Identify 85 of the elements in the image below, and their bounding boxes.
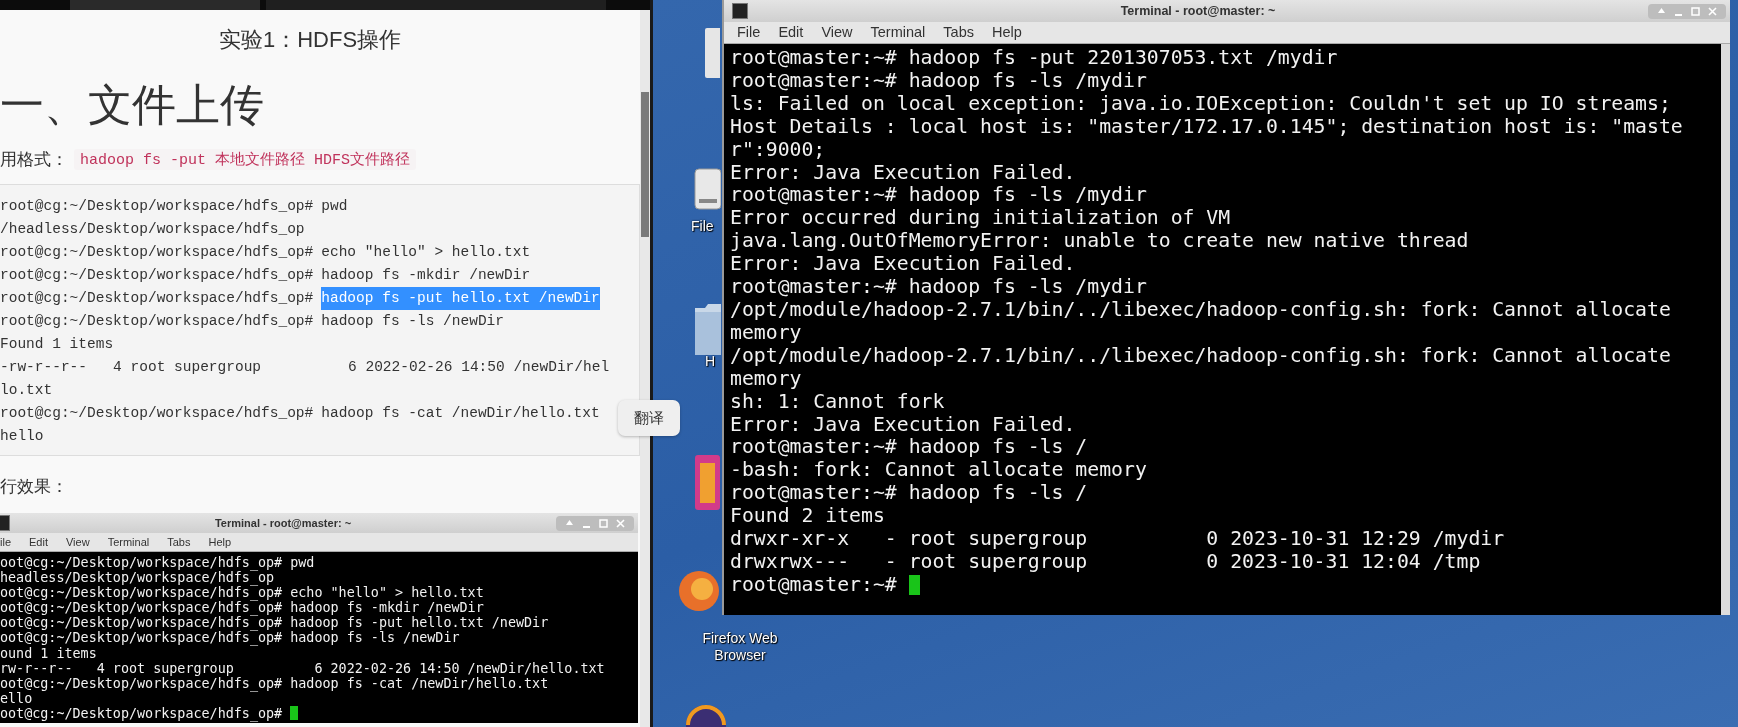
window-title: Terminal - root@master: ~ (1119, 4, 1277, 18)
terminal-line: Found 2 items (730, 505, 885, 529)
terminal-line: Error occurred during initialization of VM (730, 207, 1231, 231)
terminal-line: Error: Java Execution Failed. (730, 253, 1076, 277)
output-line: -rw-r--r-- 4 root supergroup 6 2022-02-26 14:50 /newDir/hel (0, 358, 610, 377)
terminal-line: ello (0, 690, 33, 706)
window-title: Terminal - root@master: ~ (213, 517, 353, 529)
terminal-line: memory (730, 367, 802, 391)
scrollbar-thumb[interactable] (641, 92, 649, 237)
menu-item[interactable]: Tabs (158, 533, 200, 551)
terminal-line: oot@cg:~/Desktop/workspace/hdfs_op# hadoop fs -mkdir /newDir (0, 600, 484, 616)
document-icon[interactable] (705, 28, 720, 78)
result-label: 行效果： (0, 476, 69, 498)
terminal-line: root@master:~# (730, 573, 897, 597)
terminal-line: oot@cg:~/Desktop/workspace/hdfs_op# hadoop fs -ls /newDir (0, 630, 460, 646)
terminal-line: oot@cg:~/Desktop/workspace/hdfs_op# pwd (0, 555, 315, 571)
terminal-line: root@master:~# hadoop fs -ls / (730, 482, 1088, 506)
maximize-icon[interactable] (1690, 5, 1701, 17)
page-title: 实验1：HDFS操作 (217, 26, 403, 54)
command-text: hadoop fs -cat /newDir/hello.txt (321, 404, 600, 423)
globe-icon[interactable] (686, 705, 726, 727)
terminal-line: root@master:~# hadoop fs -put 2201307053.txt /mydir (730, 47, 1338, 70)
command-text: echo "hello" > hello.txt (321, 243, 531, 262)
terminal-line: Error: Java Execution Failed. (730, 161, 1076, 185)
terminal-line: sh: 1: Cannot fork (730, 390, 945, 414)
shell-prompt: root@cg:~/Desktop/workspace/hdfs_op# (0, 289, 314, 308)
terminal-line: headless/Desktop/workspace/hdfs_op (0, 570, 275, 586)
usage-label: 用格式： (0, 148, 68, 171)
terminal-line: Error: Java Execution Failed. (730, 413, 1076, 437)
command-text: pwd (321, 197, 348, 216)
menu-item[interactable]: ile (0, 533, 20, 551)
shell-prompt: root@cg:~/Desktop/workspace/hdfs_op# (0, 197, 314, 216)
terminal-line: oot@cg:~/Desktop/workspace/hdfs_op# hadoop fs -put hello.txt /newDir (0, 615, 549, 631)
output-line: hello (0, 427, 44, 446)
terminal-line: /opt/module/hadoop-2.7.1/bin/../libexec/hadoop-config.sh: fork: Cannot allocate (730, 298, 1671, 322)
terminal-line: oot@cg:~/Desktop/workspace/hdfs_op# echo "hello" > hello.txt (0, 585, 484, 601)
terminal-line: memory (730, 321, 802, 345)
shell-prompt: root@cg:~/Desktop/workspace/hdfs_op# (0, 243, 314, 262)
terminal-line: ls: Failed on local exception: java.io.IOException: Couldn't set up IO streams; (730, 92, 1671, 116)
terminal-line: root@master:~# hadoop fs -ls / (730, 436, 1088, 460)
menu-item[interactable]: View (57, 533, 99, 551)
shell-prompt: root@cg:~/Desktop/workspace/hdfs_op# (0, 266, 314, 285)
close-icon[interactable] (1707, 5, 1718, 17)
terminal-icon (732, 3, 748, 19)
terminal-line: oot@cg:~/Desktop/workspace/hdfs_op# (0, 705, 283, 722)
terminal-line: root@master:~# hadoop fs -ls /mydir (730, 184, 1147, 208)
output-line: /headless/Desktop/workspace/hdfs_op (0, 220, 305, 239)
command-text: hadoop fs -ls /newDir (321, 312, 504, 331)
terminal-line: java.lang.OutOfMemoryError: unable to create new native thread (730, 230, 1469, 254)
terminal-line: /opt/module/hadoop-2.7.1/bin/../libexec/hadoop-config.sh: fork: Cannot allocate (730, 344, 1671, 368)
terminal-line: -bash: fork: Cannot allocate memory (730, 459, 1147, 483)
menu-item[interactable]: Edit (20, 533, 57, 551)
close-icon[interactable] (615, 517, 626, 529)
command-text: hadoop fs -put hello.txt /newDir (321, 287, 600, 310)
shell-prompt: root@cg:~/Desktop/workspace/hdfs_op# (0, 404, 314, 423)
output-line: lo.txt (0, 381, 53, 400)
terminal-line: drwxrwx--- - root supergroup 0 2023-10-31 12:04 /tmp (730, 550, 1481, 574)
icon-label[interactable]: File (691, 218, 714, 235)
shell-prompt: root@cg:~/Desktop/workspace/hdfs_op# (0, 312, 314, 331)
terminal-line: root@master:~# hadoop fs -ls /mydir (730, 276, 1147, 299)
section-heading: 一、文件上传 (0, 78, 265, 131)
terminal-line: ound 1 items (0, 645, 97, 661)
menu-item[interactable]: Terminal (861, 22, 935, 43)
terminal-line: root@master:~# hadoop fs -ls /mydir (730, 69, 1147, 93)
menu-item[interactable]: File (728, 22, 770, 43)
menu-item[interactable]: Terminal (98, 533, 159, 551)
terminal-line: rw-r--r-- 4 root supergroup 6 2022-02-26 14:50 /newDir/hello.txt (0, 660, 605, 676)
terminal-line: drwxr-xr-x - root supergroup 0 2023-10-31 12:29 /mydir (730, 528, 1505, 551)
terminal-line: r":9000; (730, 138, 826, 162)
menu-item[interactable]: Help (199, 533, 241, 551)
icon-label[interactable]: H (705, 353, 716, 370)
menu-item[interactable]: Edit (769, 22, 813, 43)
text-cursor (908, 575, 920, 596)
maximize-icon[interactable] (598, 517, 609, 529)
menu-item[interactable]: Help (983, 22, 1031, 43)
output-line: Found 1 items (0, 335, 114, 354)
menu-item[interactable]: Tabs (934, 22, 983, 43)
terminal-line: oot@cg:~/Desktop/workspace/hdfs_op# hadoop fs -cat /newDir/hello.txt (0, 675, 549, 691)
inline-code: hadoop fs -put 本地文件路径 HDFS文件路径 (74, 148, 417, 170)
menu-item[interactable]: View (812, 22, 862, 43)
translate-button[interactable]: 翻译 (618, 400, 680, 436)
text-cursor (290, 706, 299, 721)
command-text: hadoop fs -mkdir /newDir (321, 266, 531, 285)
icon-label[interactable]: Firefox Web Browser (690, 630, 790, 664)
terminal-line: Host Details : local host is: "master/172.17.0.145"; destination host is: "maste (730, 115, 1683, 139)
